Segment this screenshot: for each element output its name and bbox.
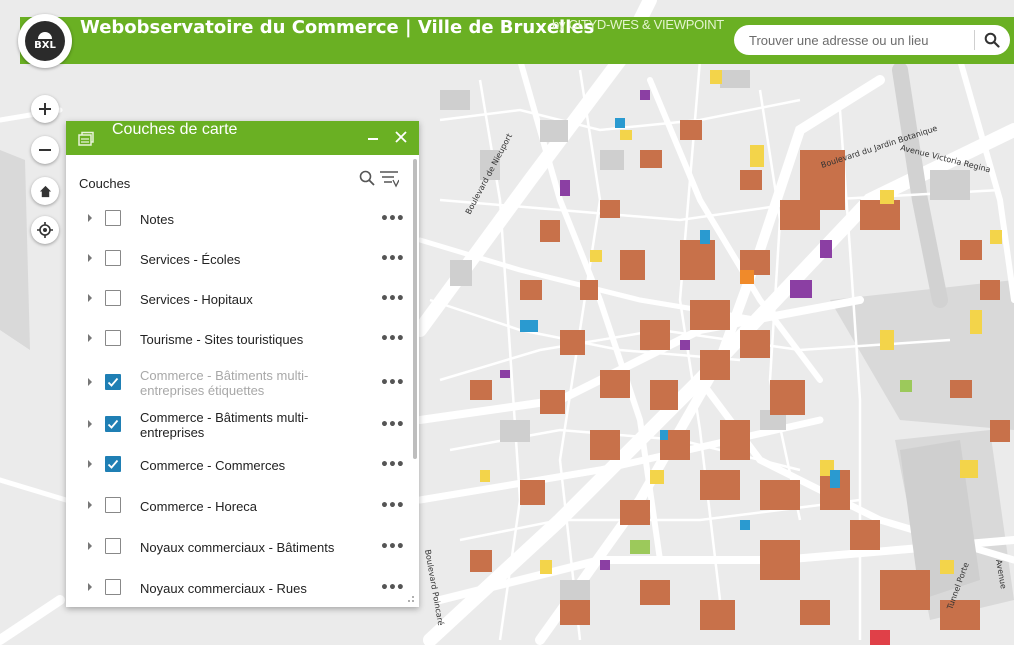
city-logo[interactable]: BXL	[18, 14, 72, 68]
home-button[interactable]	[31, 177, 59, 205]
layers-panel: Couches de carte Couches Notes ••• Service…	[66, 121, 419, 607]
layers-icon	[78, 131, 94, 146]
more-options-button[interactable]: •••	[380, 457, 405, 473]
search-input[interactable]	[734, 26, 974, 54]
plus-icon	[39, 103, 51, 115]
more-options-button[interactable]: •••	[380, 498, 405, 514]
logo-text: BXL	[34, 39, 56, 51]
layer-row[interactable]: Services - Écoles •••	[66, 239, 412, 279]
checkmark-icon	[107, 377, 119, 387]
layer-label: Commerce - Bâtiments multi-entreprises é…	[140, 368, 309, 398]
expand-caret-icon[interactable]	[88, 420, 92, 428]
close-icon[interactable]	[394, 130, 408, 144]
layer-label: Commerce - Bâtiments multi-entreprises	[140, 410, 309, 440]
layer-checkbox[interactable]	[105, 210, 121, 226]
layer-checkbox[interactable]	[105, 290, 121, 306]
layer-label: Noyaux commerciaux - Bâtiments	[140, 539, 335, 555]
layer-row[interactable]: Services - Hopitaux •••	[66, 279, 412, 319]
layer-label: Services - Écoles	[140, 251, 241, 267]
app-header: Webobservatoire du Commerce | Ville de B…	[20, 17, 1014, 64]
search-icon	[984, 32, 1000, 48]
layer-label: Commerce - Horeca	[140, 498, 258, 514]
checkmark-icon	[107, 419, 119, 429]
panel-header: Couches de carte	[66, 121, 419, 155]
layer-label: Noyaux commerciaux - Rues	[140, 580, 307, 596]
more-options-button[interactable]: •••	[380, 539, 405, 555]
panel-title: Couches de carte	[112, 121, 238, 138]
layer-row[interactable]: Commerce - Bâtiments multi-entreprises é…	[66, 363, 412, 403]
more-options-button[interactable]: •••	[380, 331, 405, 347]
minus-icon	[39, 149, 51, 151]
more-options-button[interactable]: •••	[380, 291, 405, 307]
crown-icon	[38, 31, 52, 39]
more-options-button[interactable]: •••	[380, 211, 405, 227]
layer-row[interactable]: Noyaux commerciaux - Rues •••	[66, 568, 412, 608]
locate-button[interactable]	[31, 216, 59, 244]
layer-label: Tourisme - Sites touristiques	[140, 331, 304, 347]
home-icon	[39, 185, 51, 197]
section-heading: Couches	[79, 176, 131, 191]
layer-checkbox[interactable]	[105, 416, 121, 432]
more-options-button[interactable]: •••	[380, 375, 405, 391]
expand-caret-icon[interactable]	[88, 254, 92, 262]
scrollbar[interactable]	[413, 159, 417, 459]
more-options-button[interactable]: •••	[380, 580, 405, 596]
search-icon[interactable]	[359, 170, 375, 186]
layer-row[interactable]: Commerce - Commerces •••	[66, 445, 412, 485]
layer-checkbox[interactable]	[105, 330, 121, 346]
zoom-in-button[interactable]	[31, 95, 59, 123]
layer-checkbox[interactable]	[105, 497, 121, 513]
filter-list-icon[interactable]	[379, 170, 399, 188]
expand-caret-icon[interactable]	[88, 378, 92, 386]
layer-row[interactable]: Noyaux commerciaux - Bâtiments •••	[66, 527, 412, 567]
minimize-button[interactable]	[368, 138, 378, 140]
expand-caret-icon[interactable]	[88, 542, 92, 550]
checkmark-icon	[107, 459, 119, 469]
layer-checkbox[interactable]	[105, 538, 121, 554]
layer-checkbox[interactable]	[105, 456, 121, 472]
expand-caret-icon[interactable]	[88, 334, 92, 342]
more-options-button[interactable]: •••	[380, 417, 405, 433]
expand-caret-icon[interactable]	[88, 501, 92, 509]
expand-caret-icon[interactable]	[88, 294, 92, 302]
more-options-button[interactable]: •••	[380, 251, 405, 267]
app-title: Webobservatoire du Commerce | Ville de B…	[80, 17, 595, 38]
zoom-out-button[interactable]	[31, 136, 59, 164]
search-box	[734, 25, 1010, 55]
layer-checkbox[interactable]	[105, 250, 121, 266]
expand-caret-icon[interactable]	[88, 214, 92, 222]
resize-grip-icon[interactable]	[407, 595, 415, 603]
panel-toolbar: Couches	[66, 155, 419, 199]
layer-label: Services - Hopitaux	[140, 291, 253, 307]
layer-row[interactable]: Commerce - Bâtiments multi-entreprises ••…	[66, 405, 412, 445]
app-subtitle: by CITYD-WES & VIEWPOINT	[552, 17, 724, 32]
expand-caret-icon[interactable]	[88, 460, 92, 468]
layer-row[interactable]: Notes •••	[66, 199, 412, 239]
layer-label: Notes	[140, 211, 174, 227]
logo-badge: BXL	[25, 21, 65, 61]
layer-checkbox[interactable]	[105, 374, 121, 390]
layer-row[interactable]: Tourisme - Sites touristiques •••	[66, 319, 412, 359]
layer-label: Commerce - Commerces	[140, 457, 286, 473]
expand-caret-icon[interactable]	[88, 583, 92, 591]
layer-checkbox[interactable]	[105, 579, 121, 595]
layer-row[interactable]: Commerce - Horeca •••	[66, 486, 412, 526]
search-button[interactable]	[975, 25, 1010, 55]
locate-icon	[37, 222, 53, 238]
